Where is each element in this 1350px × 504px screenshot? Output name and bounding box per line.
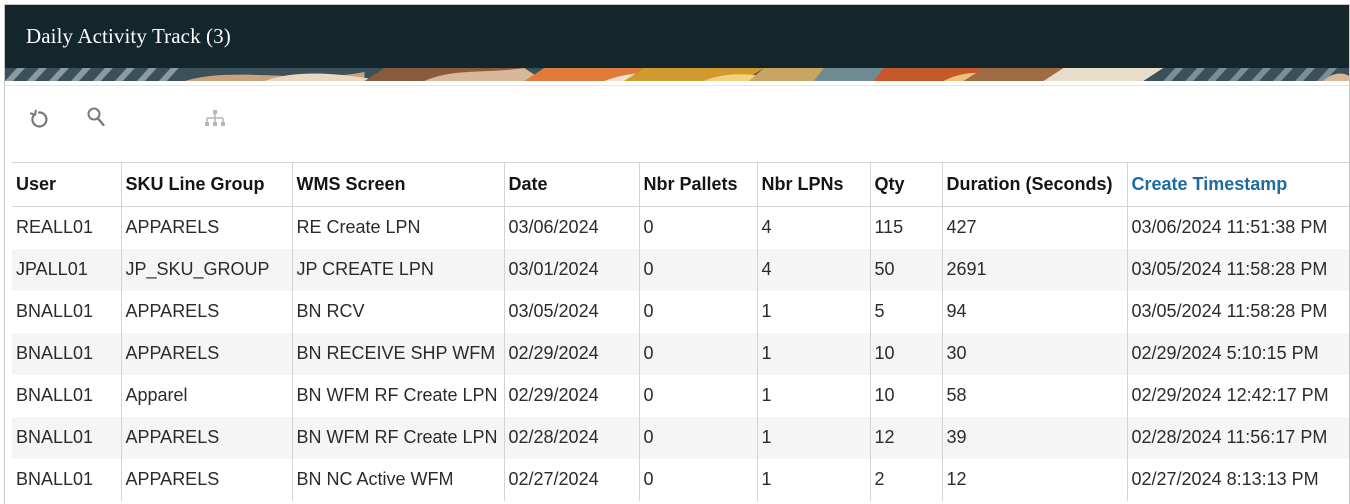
activity-panel: Daily Activity Track (3) User SKU Line G…: [4, 4, 1350, 504]
toolbar: [5, 101, 305, 141]
user-cell: BNALL01: [12, 458, 122, 501]
date-cell: 02/27/2024: [504, 458, 640, 501]
nbr-lpns-cell: 4: [757, 248, 871, 291]
sku-line-group-cell: APPARELS: [121, 332, 293, 375]
user-cell: BNALL01: [12, 290, 122, 333]
table-row[interactable]: BNALL01 APPARELS BN RCV 03/05/2024 0 1 5 94 03/0…: [12, 290, 1349, 333]
create-timestamp-cell: 02/27/2024 8:13:13 PM: [1127, 458, 1349, 501]
create-timestamp-cell: 02/29/2024 12:42:17 PM: [1127, 374, 1349, 417]
decorative-banner: [5, 68, 1349, 81]
search-icon: [87, 107, 105, 127]
duration-cell: 94: [942, 290, 1128, 333]
duration-cell: 30: [942, 332, 1128, 375]
nbr-lpns-cell: 1: [757, 332, 871, 375]
search-button[interactable]: [83, 101, 111, 137]
qty-cell: 115: [870, 206, 943, 249]
page-title: Daily Activity Track (3): [26, 24, 231, 48]
nbr-pallets-cell: 0: [639, 332, 758, 375]
date-cell: 03/01/2024: [504, 248, 640, 291]
column-header-qty[interactable]: Qty: [870, 162, 943, 207]
date-cell: 02/28/2024: [504, 416, 640, 459]
sku-line-group-cell: APPARELS: [121, 458, 293, 501]
wms-screen-cell: BN RCV: [292, 290, 505, 333]
table-row[interactable]: BNALL01 APPARELS BN RECEIVE SHP WFM 02/29/2…: [12, 332, 1349, 375]
nbr-lpns-cell: 1: [757, 290, 871, 333]
banner-pattern-icon: [5, 68, 1349, 81]
create-timestamp-cell: 03/05/2024 11:58:28 PM: [1127, 248, 1349, 291]
column-header-nbr-lpns[interactable]: Nbr LPNs: [757, 162, 871, 207]
column-header-sku-line-group[interactable]: SKU Line Group: [121, 162, 293, 207]
table-header-row: User SKU Line Group WMS Screen Date Nbr …: [12, 162, 1349, 207]
duration-cell: 2691: [942, 248, 1128, 291]
activity-table: User SKU Line Group WMS Screen Date Nbr …: [12, 162, 1349, 501]
nbr-lpns-cell: 4: [757, 206, 871, 249]
column-header-user[interactable]: User: [12, 162, 122, 207]
nbr-lpns-cell: 1: [757, 374, 871, 417]
column-header-create-timestamp[interactable]: Create Timestamp: [1127, 162, 1349, 207]
qty-cell: 10: [870, 374, 943, 417]
column-header-wms-screen[interactable]: WMS Screen: [292, 162, 505, 207]
table-row[interactable]: REALL01 APPARELS RE Create LPN 03/06/2024 0 4…: [12, 206, 1349, 249]
sku-line-group-cell: APPARELS: [121, 206, 293, 249]
wms-screen-cell: BN WFM RF Create LPN: [292, 416, 505, 459]
wms-screen-cell: BN RECEIVE SHP WFM: [292, 332, 505, 375]
column-header-nbr-pallets[interactable]: Nbr Pallets: [639, 162, 758, 207]
nbr-lpns-cell: 1: [757, 416, 871, 459]
qty-cell: 5: [870, 290, 943, 333]
table-row[interactable]: BNALL01 APPARELS BN WFM RF Create LPN 02/28…: [12, 416, 1349, 459]
date-cell: 02/29/2024: [504, 332, 640, 375]
create-timestamp-cell: 02/29/2024 5:10:15 PM: [1127, 332, 1349, 375]
user-cell: REALL01: [12, 206, 122, 249]
table-row[interactable]: JPALL01 JP_SKU_GROUP JP CREATE LPN 03/01/20…: [12, 248, 1349, 291]
sku-line-group-cell: JP_SKU_GROUP: [121, 248, 293, 291]
wms-screen-cell: BN NC Active WFM: [292, 458, 505, 501]
user-cell: BNALL01: [12, 374, 122, 417]
nbr-pallets-cell: 0: [639, 248, 758, 291]
create-timestamp-cell: 02/28/2024 11:56:17 PM: [1127, 416, 1349, 459]
hierarchy-icon: [205, 110, 225, 126]
nbr-pallets-cell: 0: [639, 458, 758, 501]
sku-line-group-cell: APPARELS: [121, 416, 293, 459]
duration-cell: 58: [942, 374, 1128, 417]
nbr-pallets-cell: 0: [639, 416, 758, 459]
qty-cell: 50: [870, 248, 943, 291]
panel-header: Daily Activity Track (3): [5, 5, 1349, 68]
create-timestamp-cell: 03/05/2024 11:58:28 PM: [1127, 290, 1349, 333]
duration-cell: 12: [942, 458, 1128, 501]
user-cell: BNALL01: [12, 332, 122, 375]
qty-cell: 10: [870, 332, 943, 375]
nbr-pallets-cell: 0: [639, 374, 758, 417]
wms-screen-cell: RE Create LPN: [292, 206, 505, 249]
sku-line-group-cell: APPARELS: [121, 290, 293, 333]
date-cell: 02/29/2024: [504, 374, 640, 417]
wms-screen-cell: BN WFM RF Create LPN: [292, 374, 505, 417]
nbr-pallets-cell: 0: [639, 290, 758, 333]
refresh-button[interactable]: [25, 101, 53, 137]
nbr-lpns-cell: 1: [757, 458, 871, 501]
table-row[interactable]: BNALL01 Apparel BN WFM RF Create LPN 02/29/…: [12, 374, 1349, 417]
user-cell: BNALL01: [12, 416, 122, 459]
table-body: REALL01 APPARELS RE Create LPN 03/06/2024 0 4…: [12, 206, 1349, 501]
nbr-pallets-cell: 0: [639, 206, 758, 249]
duration-cell: 39: [942, 416, 1128, 459]
create-timestamp-cell: 03/06/2024 11:51:38 PM: [1127, 206, 1349, 249]
hierarchy-button[interactable]: [201, 101, 229, 137]
refresh-icon: [29, 109, 48, 128]
date-cell: 03/05/2024: [504, 290, 640, 333]
sku-line-group-cell: Apparel: [121, 374, 293, 417]
wms-screen-cell: JP CREATE LPN: [292, 248, 505, 291]
user-cell: JPALL01: [12, 248, 122, 291]
activity-table-container: User SKU Line Group WMS Screen Date Nbr …: [12, 162, 1349, 504]
column-header-date[interactable]: Date: [504, 162, 640, 207]
qty-cell: 12: [870, 416, 943, 459]
table-row[interactable]: BNALL01 APPARELS BN NC Active WFM 02/27/202…: [12, 458, 1349, 501]
banner-divider: [5, 81, 1349, 86]
date-cell: 03/06/2024: [504, 206, 640, 249]
duration-cell: 427: [942, 206, 1128, 249]
qty-cell: 2: [870, 458, 943, 501]
column-header-duration[interactable]: Duration (Seconds): [942, 162, 1128, 207]
